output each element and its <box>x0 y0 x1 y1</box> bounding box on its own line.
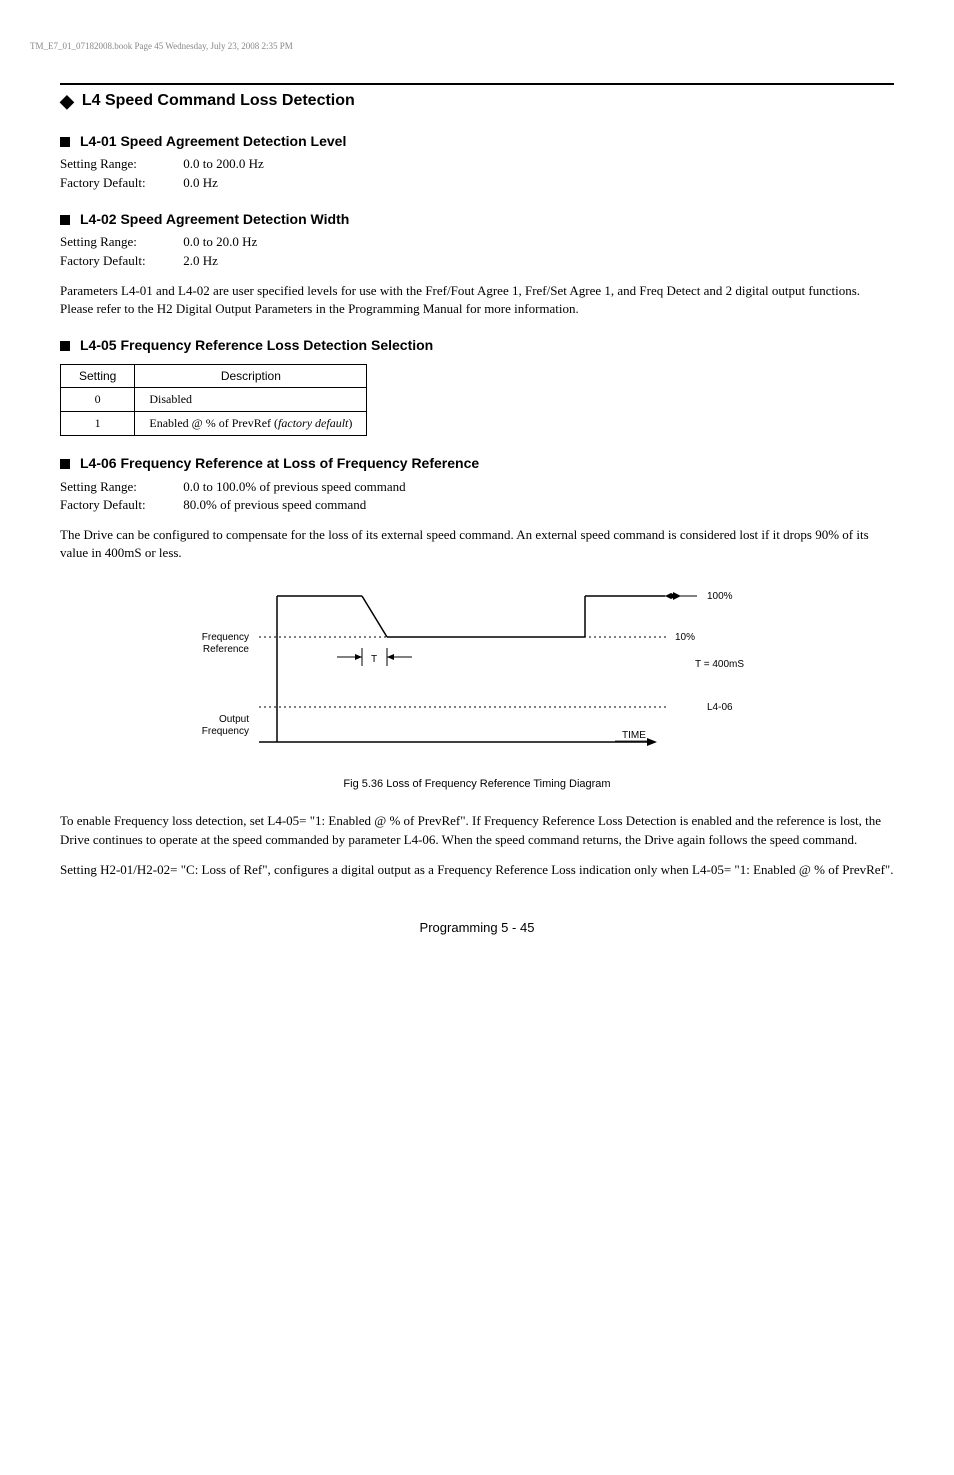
table-row: 0 Disabled <box>61 388 367 412</box>
fig-l406: L4-06 <box>707 702 733 713</box>
timing-diagram: Frequency Reference Output Frequency T 1… <box>167 582 787 762</box>
subsection-title: L4-05 Frequency Reference Loss Detection… <box>80 336 433 356</box>
factory-default-value: 2.0 Hz <box>183 253 218 268</box>
factory-default-value: 80.0% of previous speed command <box>183 497 366 512</box>
figure-caption: Fig 5.36 Loss of Frequency Reference Tim… <box>167 777 787 792</box>
settings-table: Setting Description 0 Disabled 1 Enabled… <box>60 364 367 436</box>
fig-t-label: T <box>371 654 377 665</box>
factory-default-label: Factory Default: <box>60 174 180 192</box>
square-icon <box>60 459 70 469</box>
table-header: Setting <box>61 364 135 388</box>
section-title: L4 Speed Command Loss Detection <box>82 90 355 112</box>
setting-range-label: Setting Range: <box>60 233 180 251</box>
setting-range-row: Setting Range: 0.0 to 200.0 Hz <box>60 155 894 173</box>
fig-label-out-freq2: Frequency <box>202 726 249 737</box>
paragraph: Setting H2-01/H2-02= "C: Loss of Ref", c… <box>60 861 894 879</box>
setting-range-value: 0.0 to 100.0% of previous speed command <box>183 479 405 494</box>
page-footer: Programming 5 - 45 <box>60 919 894 937</box>
setting-range-row: Setting Range: 0.0 to 20.0 Hz <box>60 233 894 251</box>
fig-10pct: 10% <box>675 632 695 643</box>
table-header: Description <box>135 364 367 388</box>
factory-default-row: Factory Default: 2.0 Hz <box>60 252 894 270</box>
paragraph: The Drive can be configured to compensat… <box>60 526 894 562</box>
diamond-icon: ◆ <box>60 89 74 114</box>
table-header-row: Setting Description <box>61 364 367 388</box>
fig-time: TIME <box>622 730 646 741</box>
fig-t-eq: T = 400mS <box>695 659 744 670</box>
table-cell: Enabled @ % of PrevRef (factory default) <box>135 412 367 436</box>
setting-range-value: 0.0 to 200.0 Hz <box>183 156 264 171</box>
paragraph: Parameters L4-01 and L4-02 are user spec… <box>60 282 894 318</box>
table-cell: Disabled <box>135 388 367 412</box>
subsection-l4-05: L4-05 Frequency Reference Loss Detection… <box>60 336 894 356</box>
square-icon <box>60 341 70 351</box>
factory-default-label: Factory Default: <box>60 496 180 514</box>
square-icon <box>60 137 70 147</box>
figure: Frequency Reference Output Frequency T 1… <box>167 582 787 792</box>
square-icon <box>60 215 70 225</box>
subsection-l4-01: L4-01 Speed Agreement Detection Level <box>60 132 894 152</box>
factory-default-row: Factory Default: 0.0 Hz <box>60 174 894 192</box>
setting-range-row: Setting Range: 0.0 to 100.0% of previous… <box>60 478 894 496</box>
setting-range-label: Setting Range: <box>60 478 180 496</box>
table-cell: 1 <box>61 412 135 436</box>
paragraph: To enable Frequency loss detection, set … <box>60 812 894 848</box>
factory-default-row: Factory Default: 80.0% of previous speed… <box>60 496 894 514</box>
factory-default-value: 0.0 Hz <box>183 175 218 190</box>
print-header: TM_E7_01_07182008.book Page 45 Wednesday… <box>30 40 894 53</box>
subsection-l4-02: L4-02 Speed Agreement Detection Width <box>60 210 894 230</box>
fig-label-out-freq: Output <box>219 714 249 725</box>
setting-range-label: Setting Range: <box>60 155 180 173</box>
fig-100pct: 100% <box>707 591 733 602</box>
section-heading: ◆ L4 Speed Command Loss Detection <box>60 83 894 114</box>
subsection-title: L4-06 Frequency Reference at Loss of Fre… <box>80 454 479 474</box>
table-cell: 0 <box>61 388 135 412</box>
setting-range-value: 0.0 to 20.0 Hz <box>183 234 257 249</box>
fig-label-freq-ref2: Reference <box>203 644 250 655</box>
subsection-title: L4-01 Speed Agreement Detection Level <box>80 132 346 152</box>
factory-default-label: Factory Default: <box>60 252 180 270</box>
subsection-l4-06: L4-06 Frequency Reference at Loss of Fre… <box>60 454 894 474</box>
table-row: 1 Enabled @ % of PrevRef (factory defaul… <box>61 412 367 436</box>
subsection-title: L4-02 Speed Agreement Detection Width <box>80 210 349 230</box>
fig-label-freq-ref: Frequency <box>202 632 249 643</box>
